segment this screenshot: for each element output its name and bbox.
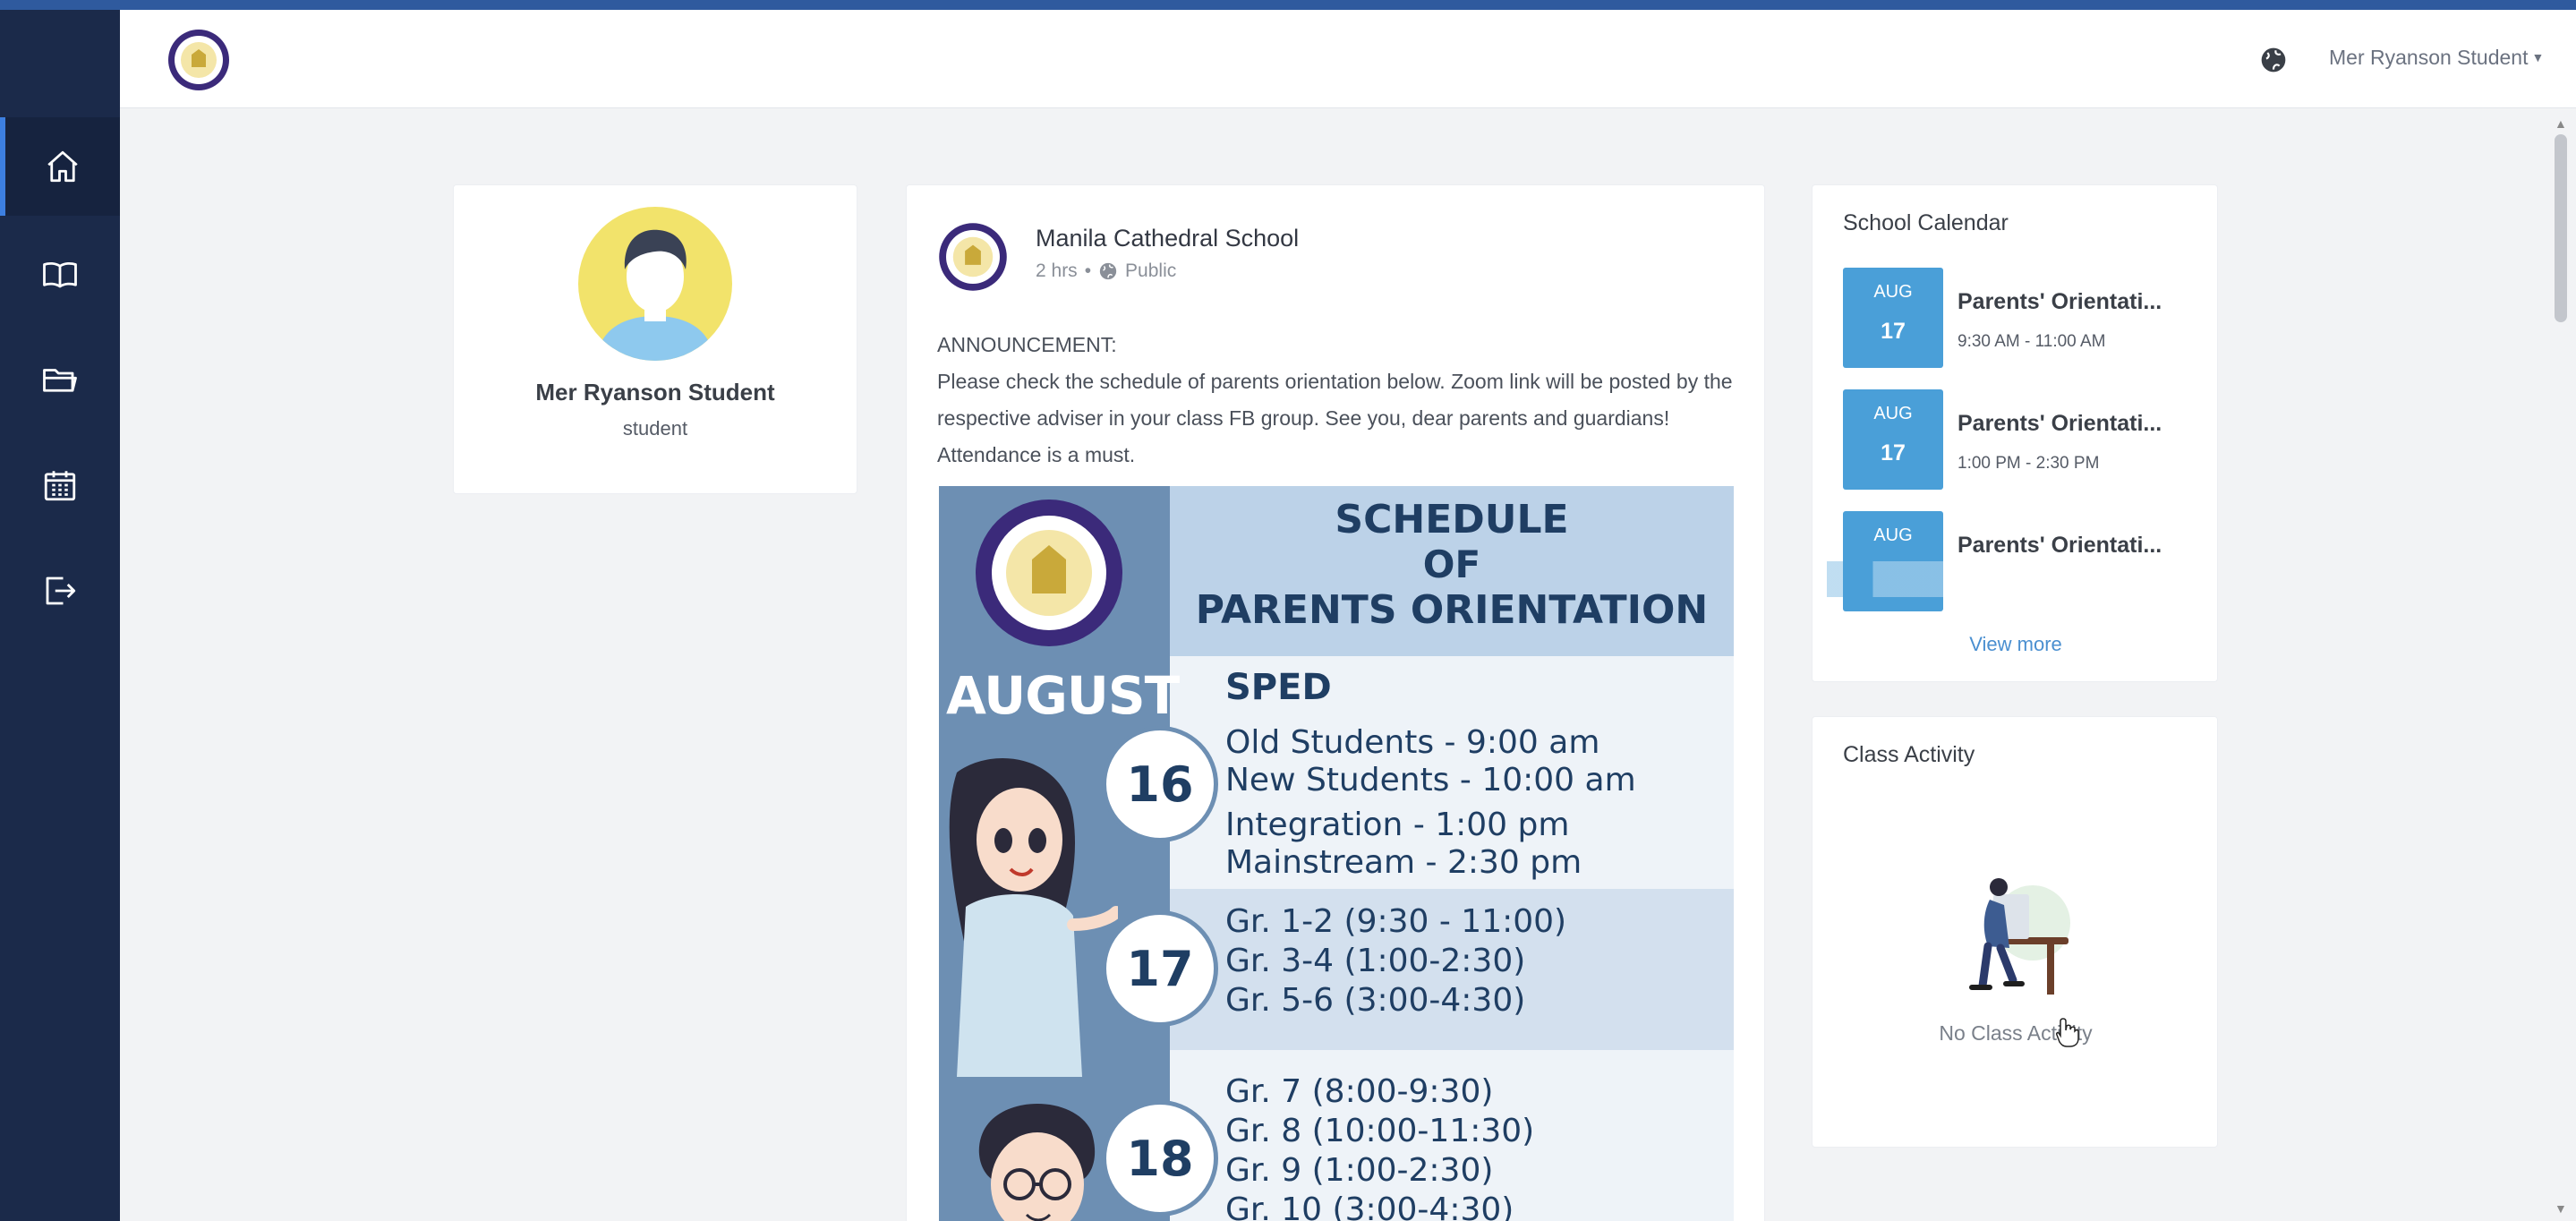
post-text: ANNOUNCEMENT: Please check the schedule … bbox=[937, 327, 1743, 474]
schedule-line: Gr. 9 (1:00-2:30) bbox=[1225, 1152, 1494, 1189]
school-logo-icon[interactable] bbox=[937, 221, 1009, 293]
event-title: Parents' Orientati... bbox=[1958, 411, 2162, 436]
fade-overlay bbox=[1827, 561, 2212, 597]
user-menu-name: Mer Ryanson Student bbox=[2329, 46, 2529, 69]
calendar-icon bbox=[44, 471, 76, 501]
profile-card: Mer Ryanson Student student bbox=[453, 184, 857, 494]
top-bar: Mer Ryanson Student ▼ bbox=[120, 10, 2576, 108]
event-month: AUG bbox=[1873, 525, 1913, 545]
profile-name: Mer Ryanson Student bbox=[535, 379, 775, 406]
profile-role: student bbox=[622, 417, 688, 440]
globe-icon[interactable] bbox=[2259, 46, 2288, 74]
post-time: 2 hrs bbox=[1036, 260, 1078, 281]
schedule-line: Gr. 7 (8:00-9:30) bbox=[1225, 1073, 1494, 1110]
poster-title-line: SCHEDULE bbox=[1335, 497, 1569, 542]
schedule-line: Gr. 10 (3:00-4:30) bbox=[1225, 1191, 1514, 1221]
school-calendar-card: School Calendar AUG 17 Parents' Orientat… bbox=[1812, 184, 2218, 682]
view-more-link[interactable]: View more bbox=[1813, 633, 2219, 656]
avatar[interactable] bbox=[578, 207, 732, 361]
calendar-event[interactable]: AUG 17 Parents' Orientati... 1:00 PM - 2… bbox=[1843, 389, 2201, 490]
user-menu-dropdown[interactable]: Mer Ryanson Student ▼ bbox=[2329, 46, 2544, 70]
top-accent-stripe bbox=[0, 0, 2576, 10]
scroll-up-arrow-icon[interactable]: ▲ bbox=[2555, 116, 2567, 131]
event-title: Parents' Orientati... bbox=[1958, 289, 2162, 314]
calendar-title: School Calendar bbox=[1843, 210, 2009, 235]
post-image-schedule[interactable]: SCHEDULE OF PARENTS ORIENTATION AUGUST S… bbox=[939, 486, 1734, 1221]
schedule-line: New Students - 10:00 am bbox=[1225, 762, 1636, 798]
event-month: AUG bbox=[1873, 404, 1913, 423]
school-logo-icon[interactable] bbox=[166, 28, 231, 92]
globe-icon bbox=[1099, 262, 1117, 280]
event-time: 9:30 AM - 11:00 AM bbox=[1958, 332, 2106, 351]
schedule-line: Old Students - 9:00 am bbox=[1225, 724, 1600, 761]
logout-icon bbox=[46, 576, 76, 605]
schedule-line: Gr. 5-6 (3:00-4:30) bbox=[1225, 982, 1526, 1019]
scroll-thumb[interactable] bbox=[2555, 134, 2567, 322]
announcement-post: Manila Cathedral School 2 hrs • Public A… bbox=[906, 184, 1765, 1221]
poster-title: SCHEDULE OF PARENTS ORIENTATION bbox=[1170, 486, 1734, 656]
page-scrollbar[interactable]: ▲ ▼ bbox=[2547, 116, 2574, 1221]
class-activity-card: Class Activity No Class Activity bbox=[1812, 716, 2218, 1148]
poster-section: SPED bbox=[1225, 667, 1332, 708]
post-author[interactable]: Manila Cathedral School bbox=[1036, 225, 1299, 252]
sidebar-item-files[interactable] bbox=[0, 330, 120, 429]
schedule-line: Gr. 3-4 (1:00-2:30) bbox=[1225, 943, 1526, 979]
class-activity-empty: No Class Activity bbox=[1939, 1021, 2093, 1045]
event-title: Parents' Orientati... bbox=[1958, 533, 2162, 558]
school-seal-icon bbox=[976, 500, 1122, 646]
meta-separator: • bbox=[1084, 260, 1092, 281]
event-date-tile: AUG 17 bbox=[1843, 389, 1943, 490]
event-day: 17 bbox=[1881, 440, 1906, 465]
calendar-event[interactable]: AUG 17 Parents' Orientati... 9:30 AM - 1… bbox=[1843, 268, 2201, 368]
post-text-heading: ANNOUNCEMENT: bbox=[937, 333, 1117, 356]
poster-day: 16 bbox=[1102, 726, 1218, 842]
event-day: 17 bbox=[1881, 319, 1906, 344]
post-meta: 2 hrs • Public bbox=[1036, 260, 1176, 282]
event-time: 1:00 PM - 2:30 PM bbox=[1958, 454, 2100, 473]
schedule-line: Gr. 8 (10:00-11:30) bbox=[1225, 1113, 1535, 1149]
girl-illustration-icon bbox=[949, 758, 1118, 1077]
poster-month: AUGUST bbox=[946, 665, 1180, 726]
hand-cursor-icon bbox=[2056, 1018, 2079, 1047]
sidebar-item-courses[interactable] bbox=[0, 225, 120, 323]
post-text-body: Please check the schedule of parents ori… bbox=[937, 370, 1733, 466]
folder-icon bbox=[43, 369, 77, 392]
caret-down-icon: ▼ bbox=[2531, 50, 2545, 64]
person-reading-icon bbox=[1969, 878, 2070, 995]
schedule-line: Integration - 1:00 pm bbox=[1225, 807, 1570, 843]
poster-title-line: OF bbox=[1422, 542, 1481, 586]
sidebar-item-logout[interactable] bbox=[0, 542, 120, 640]
poster-day: 17 bbox=[1102, 910, 1218, 1027]
schedule-line: Mainstream - 2:30 pm bbox=[1225, 844, 1582, 881]
book-icon bbox=[43, 261, 77, 288]
home-icon bbox=[47, 150, 78, 183]
boy-illustration-icon bbox=[978, 1104, 1096, 1221]
sidebar-nav bbox=[0, 10, 120, 1221]
scroll-down-arrow-icon[interactable]: ▼ bbox=[2555, 1201, 2567, 1216]
sidebar-item-calendar[interactable] bbox=[0, 436, 120, 534]
event-month: AUG bbox=[1873, 282, 1913, 302]
event-date-tile: AUG 17 bbox=[1843, 268, 1943, 368]
post-visibility: Public bbox=[1125, 260, 1177, 281]
sidebar-item-home[interactable] bbox=[0, 117, 120, 216]
poster-title-line: PARENTS ORIENTATION bbox=[1195, 587, 1709, 633]
poster-day: 18 bbox=[1102, 1100, 1218, 1217]
class-activity-title: Class Activity bbox=[1843, 742, 1975, 767]
schedule-line: Gr. 1-2 (9:30 - 11:00) bbox=[1225, 903, 1567, 940]
